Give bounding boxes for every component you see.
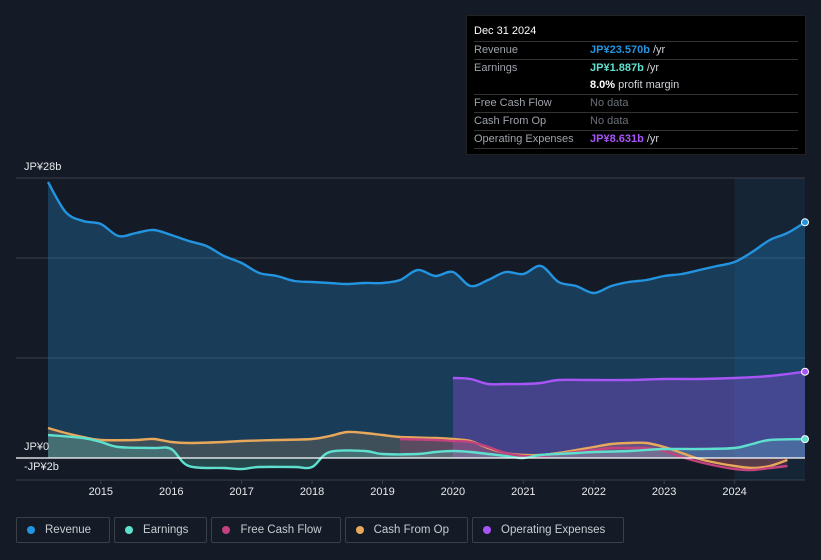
- tooltip-value: JP¥8.631b/yr: [590, 133, 660, 145]
- x-tick-label: 2019: [370, 486, 394, 498]
- y-tick-label: JP¥28b: [24, 161, 61, 173]
- tooltip-value: JP¥23.570b/yr: [590, 44, 666, 56]
- x-tick-label: 2018: [300, 486, 324, 498]
- legend-dot-icon: [355, 526, 364, 534]
- x-axis: 2015 2016 2017 2018 2019 2020 2021 2022 2023 2024: [89, 480, 747, 498]
- legend-label: Earnings: [143, 524, 189, 536]
- tooltip-row: Cash From Op No data: [474, 113, 798, 131]
- x-tick-label: 2020: [441, 486, 465, 498]
- tooltip-label: [474, 77, 590, 94]
- earnings-endpoint: [801, 435, 809, 444]
- legend-item-revenue[interactable]: Revenue: [16, 517, 111, 543]
- tooltip-row: Operating Expenses JP¥8.631b/yr: [474, 131, 798, 149]
- tooltip-row: 8.0% profit margin: [474, 77, 798, 95]
- legend-dot-icon: [483, 526, 492, 534]
- legend-label: Cash From Op: [373, 524, 450, 536]
- tooltip-label: Free Cash Flow: [474, 97, 552, 109]
- x-tick-label: 2016: [159, 486, 183, 498]
- legend-label: Operating Expenses: [501, 524, 606, 536]
- y-tick-label: -JP¥2b: [24, 461, 59, 473]
- operating-expenses-endpoint: [801, 367, 809, 376]
- tooltip: Dec 31 2024 Revenue JP¥23.570b/yr Earnings…: [466, 15, 806, 155]
- legend-item-earnings[interactable]: Earnings: [114, 517, 208, 543]
- legend: Revenue Earnings Free Cash Flow Cash From O…: [16, 517, 625, 543]
- x-tick-label: 2017: [229, 486, 253, 498]
- tooltip-value: JP¥1.887b/yr: [590, 62, 660, 74]
- legend-label: Revenue: [45, 524, 92, 536]
- tooltip-label: Revenue: [474, 44, 519, 56]
- revenue-endpoint: [801, 218, 809, 227]
- tooltip-row: Free Cash Flow No data: [474, 95, 798, 113]
- legend-item-free-cash-flow[interactable]: Free Cash Flow: [211, 517, 341, 543]
- tooltip-value: No data: [590, 97, 629, 109]
- legend-item-cash-from-op[interactable]: Cash From Op: [344, 517, 469, 543]
- tooltip-label: Cash From Op: [474, 115, 547, 127]
- legend-dot-icon: [125, 526, 134, 534]
- tooltip-label: Earnings: [474, 62, 518, 74]
- tooltip-value: No data: [590, 115, 629, 127]
- tooltip-row: Earnings JP¥1.887b/yr: [474, 60, 798, 77]
- legend-label: Free Cash Flow: [240, 524, 322, 536]
- tooltip-label: Operating Expenses: [474, 133, 574, 145]
- x-tick-label: 2023: [652, 486, 676, 498]
- x-tick-label: 2015: [89, 486, 113, 498]
- x-tick-label: 2022: [582, 486, 606, 498]
- tooltip-value: 8.0% profit margin: [590, 79, 680, 91]
- x-tick-label: 2024: [722, 486, 746, 498]
- tooltip-row: Revenue JP¥23.570b/yr: [474, 42, 798, 60]
- tooltip-date: Dec 31 2024: [474, 22, 798, 42]
- series-areas: [48, 182, 805, 471]
- x-tick-label: 2021: [511, 486, 535, 498]
- legend-dot-icon: [27, 526, 35, 534]
- legend-dot-icon: [222, 526, 231, 534]
- y-tick-label: JP¥0: [24, 441, 49, 453]
- legend-item-operating-expenses[interactable]: Operating Expenses: [472, 517, 625, 543]
